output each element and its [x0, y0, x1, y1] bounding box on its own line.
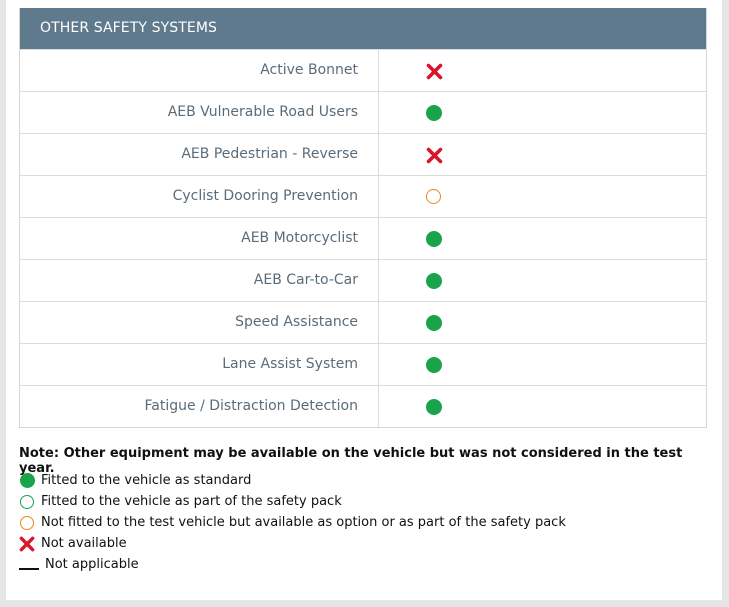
legend-item-safety-pack: Fitted to the vehicle as part of the saf… — [19, 491, 566, 512]
open-green-circle-icon — [20, 494, 34, 509]
row-label: Speed Assistance — [20, 302, 379, 343]
legend-label: Fitted to the vehicle as part of the saf… — [41, 494, 342, 509]
filled-green-circle-icon — [19, 473, 35, 488]
table-row: Speed Assistance — [20, 301, 706, 343]
table-row: Lane Assist System — [20, 343, 706, 385]
legend: Fitted to the vehicle as standard Fitted… — [19, 470, 566, 575]
table-row: Active Bonnet — [20, 49, 706, 91]
legend-item-not-available: Not available — [19, 533, 566, 554]
filled-green-circle-icon — [426, 231, 442, 247]
legend-label: Fitted to the vehicle as standard — [41, 473, 252, 488]
safety-systems-table: OTHER SAFETY SYSTEMS Active Bonnet AEB V… — [19, 8, 707, 428]
table-row: AEB Car-to-Car — [20, 259, 706, 301]
legend-item-standard: Fitted to the vehicle as standard — [19, 470, 566, 491]
row-label: Lane Assist System — [20, 344, 379, 385]
filled-green-circle-icon — [426, 315, 442, 331]
row-label: AEB Car-to-Car — [20, 260, 379, 301]
row-status — [379, 176, 706, 217]
row-status — [379, 386, 706, 427]
safety-panel: OTHER SAFETY SYSTEMS Active Bonnet AEB V… — [6, 0, 722, 600]
row-status — [379, 218, 706, 259]
filled-green-circle-icon — [426, 357, 442, 373]
row-status — [379, 260, 706, 301]
red-cross-icon — [426, 63, 443, 80]
legend-label: Not available — [41, 536, 127, 551]
table-row: Cyclist Dooring Prevention — [20, 175, 706, 217]
row-status — [379, 302, 706, 343]
row-label: Cyclist Dooring Prevention — [20, 176, 379, 217]
legend-item-not-applicable: Not applicable — [19, 554, 566, 575]
row-label: AEB Vulnerable Road Users — [20, 92, 379, 133]
row-label: AEB Pedestrian - Reverse — [20, 134, 379, 175]
legend-label: Not applicable — [45, 557, 139, 572]
open-orange-circle-icon — [20, 515, 34, 530]
filled-green-circle-icon — [426, 399, 442, 415]
legend-label: Not fitted to the test vehicle but avail… — [41, 515, 566, 530]
row-label: AEB Motorcyclist — [20, 218, 379, 259]
row-status — [379, 92, 706, 133]
filled-green-circle-icon — [426, 273, 442, 289]
open-orange-circle-icon — [426, 189, 441, 204]
filled-green-circle-icon — [426, 105, 442, 121]
section-header: OTHER SAFETY SYSTEMS — [20, 8, 706, 49]
legend-item-option: Not fitted to the test vehicle but avail… — [19, 512, 566, 533]
row-label: Fatigue / Distraction Detection — [20, 386, 379, 427]
red-cross-icon — [19, 536, 35, 551]
row-status — [379, 134, 706, 175]
red-cross-icon — [426, 147, 443, 164]
row-status — [379, 50, 706, 91]
dash-icon — [19, 567, 39, 570]
table-row: AEB Motorcyclist — [20, 217, 706, 259]
table-row: AEB Pedestrian - Reverse — [20, 133, 706, 175]
table-row: AEB Vulnerable Road Users — [20, 91, 706, 133]
row-label: Active Bonnet — [20, 50, 379, 91]
table-row: Fatigue / Distraction Detection — [20, 385, 706, 427]
row-status — [379, 344, 706, 385]
